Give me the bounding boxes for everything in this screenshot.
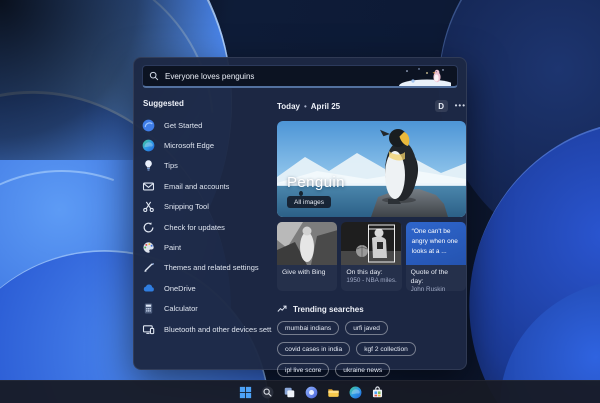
trending-pills: mumbai indians urfi javed covid cases in… [277,321,466,377]
widgets-button[interactable] [304,385,319,400]
suggested-item-label: Bluetooth and other devices sett... [164,324,272,334]
search-box[interactable] [142,65,458,88]
file-explorer-button[interactable] [326,385,341,400]
microsoft-edge-icon [349,386,362,398]
more-options-icon[interactable]: ••• [455,102,466,110]
suggested-item-calculator[interactable]: Calculator [142,299,272,319]
suggested-item-onedrive[interactable]: OneDrive [142,278,272,298]
onedrive-icon [142,282,155,295]
card-quote-of-the-day[interactable]: “One can't be angry when one looks at a … [405,222,466,291]
card-subcaption: John Ruskin [410,286,446,291]
windows-logo-icon [239,386,252,398]
taskbar-search-button[interactable] [260,385,275,400]
card-on-this-day[interactable]: On this day: 1950 - NBA miles... [341,222,402,291]
card-caption: On this day: [346,269,383,276]
suggested-item-snipping-tool[interactable]: Snipping Tool [142,197,272,217]
suggested-item-email-accounts[interactable]: Email and accounts [142,176,272,196]
suggested-item-label: Tips [164,161,178,171]
microsoft-edge-icon [142,139,155,152]
trending-up-icon [277,305,287,312]
suggested-item-label: Themes and related settings [164,263,259,273]
all-images-button[interactable]: All images [287,196,331,208]
suggested-item-bluetooth-devices[interactable]: Bluetooth and other devices sett... [142,319,272,339]
trending-pill[interactable]: covid cases in india [277,342,351,356]
today-date: April 25 [310,101,341,111]
cards-row: Give with Bing On this day: 1950 - NBA m… [277,222,466,291]
store-button[interactable] [370,385,385,400]
suggested-item-check-updates[interactable]: Check for updates [142,217,272,237]
trending-pill[interactable]: mumbai indians [277,321,340,335]
get-started-icon [142,119,155,132]
trending-title: Trending searches [293,304,364,314]
suggested-item-label: OneDrive [164,283,196,293]
trending-pill[interactable]: ipl live score [277,363,330,377]
themes-icon [142,261,155,274]
suggested-item-themes[interactable]: Themes and related settings [142,258,272,278]
suggested-item-get-started[interactable]: Get Started [142,115,272,135]
hero-title: Penguin [287,174,345,191]
suggested-item-label: Email and accounts [164,181,230,191]
card-subcaption: 1950 - NBA miles... [346,277,397,285]
d-badge-button[interactable]: D [434,100,448,112]
suggested-item-label: Snipping Tool [164,202,209,212]
edge-button[interactable] [348,385,363,400]
email-accounts-icon [142,180,155,193]
task-view-button[interactable] [282,385,297,400]
suggested-title: Suggested [143,99,184,108]
search-icon [261,386,274,398]
on-this-day-photo [341,222,402,265]
suggested-item-label: Get Started [164,120,203,130]
suggested-item-label: Microsoft Edge [164,141,215,151]
taskbar-icons [238,381,385,403]
today-label: Today [277,101,300,111]
today-separator: • [303,101,307,111]
snipping-tool-icon [142,200,155,213]
suggested-item-microsoft-edge[interactable]: Microsoft Edge [142,135,272,155]
task-view-icon [284,387,295,397]
search-icon [149,71,159,81]
give-with-bing-photo [277,222,338,265]
trending-pill[interactable]: ukraine news [335,363,391,377]
suggested-item-tips[interactable]: Tips [142,156,272,176]
card-caption: Quote of the day: [410,269,449,286]
card-caption: Give with Bing [282,269,326,276]
trending-pill[interactable]: urfi javed [345,321,388,335]
quote-text: “One can't be angry when one looks at a … [405,222,466,265]
suggested-item-label: Check for updates [164,222,225,232]
suggested-item-label: Calculator [164,304,198,314]
check-updates-icon [142,221,155,234]
suggested-column: Suggested Get Started Microsoft Edge Tip… [142,96,272,339]
file-explorer-icon [328,388,339,397]
bluetooth-devices-icon [142,323,155,336]
suggested-item-label: Paint [164,243,182,253]
hero-card-penguin[interactable]: Penguin All images [277,121,466,217]
calculator-icon [142,302,155,315]
search-decoration-penguin-icon [399,68,451,86]
trending-header: Trending searches [277,304,466,314]
taskbar [0,380,600,403]
suggested-item-paint[interactable]: Paint [142,237,272,257]
search-flyout-panel: Suggested Get Started Microsoft Edge Tip… [133,57,467,377]
today-header: Today • April 25 D ••• [277,99,466,113]
tips-icon [142,159,155,172]
store-icon [372,386,383,397]
trending-pill[interactable]: kgf 2 collection [356,342,416,356]
widgets-icon [305,386,318,398]
paint-icon [142,241,155,254]
today-column: Today • April 25 D ••• Penguin All image… [277,96,466,377]
card-give-with-bing[interactable]: Give with Bing [277,222,338,291]
search-input[interactable] [165,71,391,81]
start-button[interactable] [238,385,253,400]
